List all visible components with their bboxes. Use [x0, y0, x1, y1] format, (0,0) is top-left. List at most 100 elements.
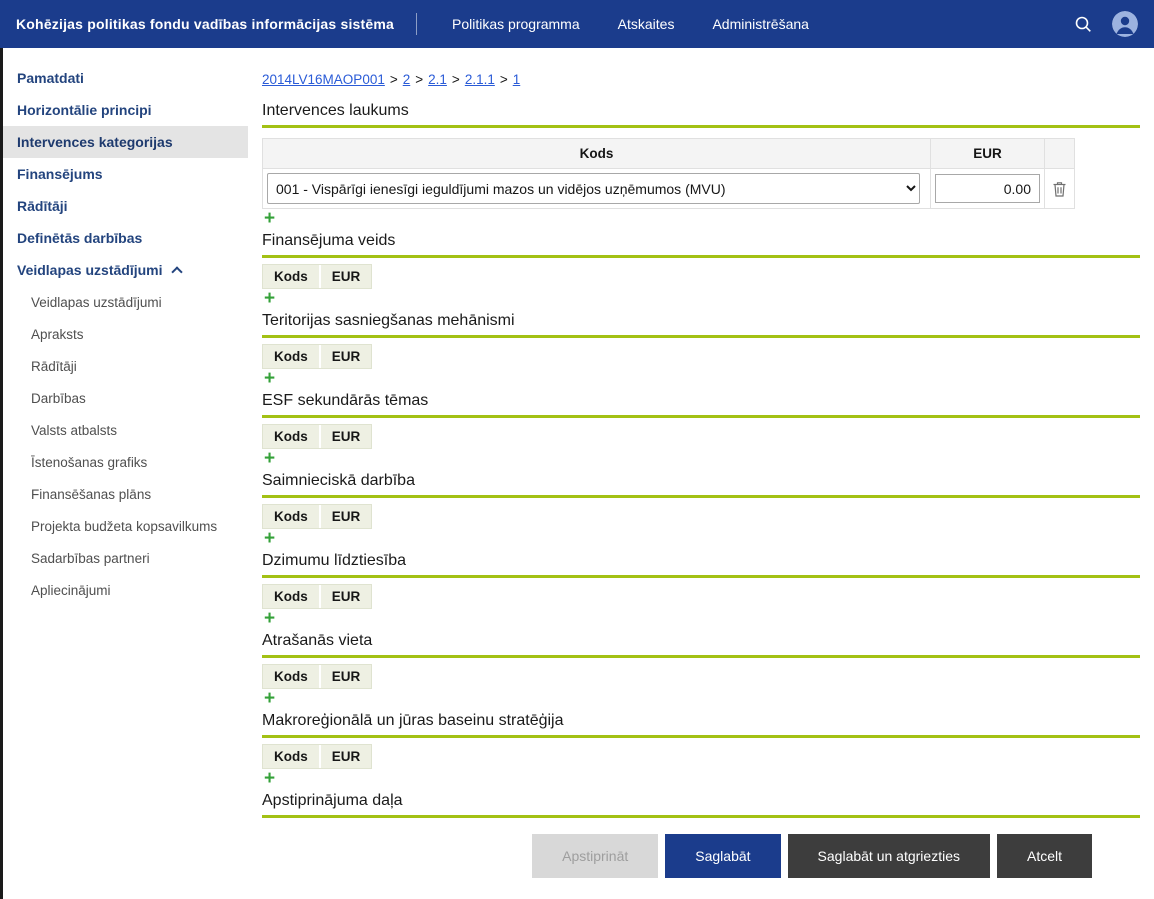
chevron-up-icon [171, 266, 182, 277]
eur-column-header: EUR [319, 665, 372, 688]
search-icon[interactable] [1074, 15, 1092, 33]
sidebar-item-label: Horizontālie principi [17, 102, 152, 118]
atcelt-button[interactable]: Atcelt [997, 834, 1092, 878]
sidebar-item-definetas-darbibas[interactable]: Definētās darbības [3, 222, 248, 254]
sidebar-subitem-apliecinajumi[interactable]: Apliecinājumi [3, 574, 248, 606]
section-atrasanas-vieta: Atrašanās vieta Kods EUR + [262, 631, 1140, 706]
kods-column-header: Kods [263, 139, 931, 169]
top-navbar: Kohēzijas politikas fondu vadības inform… [0, 0, 1154, 48]
sidebar-item-intervences-kategorijas[interactable]: Intervences kategorijas [3, 126, 248, 158]
saglabat-button[interactable]: Saglabāt [665, 834, 780, 878]
section-underline [262, 255, 1140, 258]
sidebar-subitem-veidlapas-uzstadijumi[interactable]: Veidlapas uzstādījumi [3, 286, 248, 318]
section-underline [262, 735, 1140, 738]
section-teritorijas-sasniegsanas-mehanismi: Teritorijas sasniegšanas mehānismi Kods … [262, 311, 1140, 386]
empty-table-header: Kods EUR [262, 264, 372, 289]
breadcrumb-separator: > [452, 72, 460, 87]
section-underline [262, 655, 1140, 658]
sidebar-subitem-istenosanas-grafiks[interactable]: Īstenošanas grafiks [3, 446, 248, 478]
sidebar-item-label: Rādītāji [17, 198, 68, 214]
section-title: Saimnieciskā darbība [262, 471, 1140, 490]
section-apstiprinajuma-dala: Apstiprinājuma daļa [262, 791, 1140, 818]
sidebar-item-raditaji[interactable]: Rādītāji [3, 190, 248, 222]
kods-column-header: Kods [263, 505, 319, 528]
breadcrumb-link-current[interactable]: 1 [513, 72, 521, 87]
sidebar: Pamatdati Horizontālie principi Interven… [0, 48, 248, 899]
sidebar-subitem-raditaji[interactable]: Rādītāji [3, 350, 248, 382]
eur-input[interactable] [935, 174, 1040, 203]
kods-column-header: Kods [263, 425, 319, 448]
app-title: Kohēzijas politikas fondu vadības inform… [0, 16, 416, 32]
eur-cell [931, 169, 1045, 209]
section-underline [262, 335, 1140, 338]
section-title: Finansējuma veids [262, 231, 1140, 250]
eur-column-header: EUR [319, 345, 372, 368]
sidebar-item-label: Finansējums [17, 166, 103, 182]
page-layout: Pamatdati Horizontālie principi Interven… [0, 48, 1154, 899]
section-title: Teritorijas sasniegšanas mehānismi [262, 311, 1140, 330]
add-row-button[interactable]: + [264, 611, 275, 626]
kods-column-header: Kods [263, 585, 319, 608]
section-title: Intervences laukums [262, 101, 1140, 120]
kods-column-header: Kods [263, 745, 319, 768]
eur-column-header: EUR [319, 265, 372, 288]
eur-column-header: EUR [319, 425, 372, 448]
sidebar-item-veidlapas-uzstadijumi[interactable]: Veidlapas uzstādījumi [3, 254, 248, 286]
section-title: ESF sekundārās tēmas [262, 391, 1140, 410]
navbar-divider [416, 13, 417, 35]
kods-column-header: Kods [263, 265, 319, 288]
breadcrumb-link-programme[interactable]: 2014LV16MAOP001 [262, 72, 385, 87]
nav-item-politikas-programma[interactable]: Politikas programma [433, 0, 599, 48]
user-avatar-icon[interactable] [1112, 11, 1138, 37]
table-header-row: Kods EUR [263, 139, 1075, 169]
add-row-button[interactable]: + [264, 451, 275, 466]
breadcrumb-link-2[interactable]: 2 [403, 72, 411, 87]
sidebar-item-finansejums[interactable]: Finansējums [3, 158, 248, 190]
breadcrumb-link-2-1-1[interactable]: 2.1.1 [465, 72, 495, 87]
add-row-button[interactable]: + [264, 531, 275, 546]
breadcrumb-separator: > [500, 72, 508, 87]
add-row-button[interactable]: + [264, 211, 275, 226]
breadcrumb-separator: > [415, 72, 423, 87]
breadcrumb-separator: > [390, 72, 398, 87]
sidebar-item-pamatdati[interactable]: Pamatdati [3, 62, 248, 94]
empty-table-header: Kods EUR [262, 664, 372, 689]
table-row: 001 - Vispārīgi ienesīgi ieguldījumi maz… [263, 169, 1075, 209]
breadcrumb-link-2-1[interactable]: 2.1 [428, 72, 447, 87]
section-title: Makroreģionālā un jūras baseinu stratēģi… [262, 711, 1140, 730]
sidebar-item-horizontalie-principi[interactable]: Horizontālie principi [3, 94, 248, 126]
empty-table-header: Kods EUR [262, 344, 372, 369]
sidebar-subitem-valsts-atbalsts[interactable]: Valsts atbalsts [3, 414, 248, 446]
section-underline [262, 415, 1140, 418]
sidebar-subitem-projekta-budzeta-kopsavilkums[interactable]: Projekta budžeta kopsavilkums [3, 510, 248, 542]
eur-column-header: EUR [319, 505, 372, 528]
add-row-button[interactable]: + [264, 371, 275, 386]
section-intervences-laukums: Intervences laukums Kods EUR 001 - V [262, 101, 1140, 226]
add-row-button[interactable]: + [264, 691, 275, 706]
section-title: Apstiprinājuma daļa [262, 791, 1140, 810]
eur-column-header: EUR [319, 585, 372, 608]
section-esf-sekundaras-temas: ESF sekundārās tēmas Kods EUR + [262, 391, 1140, 466]
saglabat-un-atgriezties-button[interactable]: Saglabāt un atgriezties [788, 834, 990, 878]
trash-icon [1052, 181, 1067, 197]
sidebar-subitem-sadarbibas-partneri[interactable]: Sadarbības partneri [3, 542, 248, 574]
sidebar-item-label: Pamatdati [17, 70, 84, 86]
section-dzimumu-lidztiesiba: Dzimumu līdztiesība Kods EUR + [262, 551, 1140, 626]
section-saimnieciska-darbiba: Saimnieciskā darbība Kods EUR + [262, 471, 1140, 546]
kods-select[interactable]: 001 - Vispārīgi ienesīgi ieguldījumi maz… [267, 173, 920, 204]
sidebar-subitem-darbibas[interactable]: Darbības [3, 382, 248, 414]
empty-table-header: Kods EUR [262, 744, 372, 769]
footer-actions: Apstiprināt Saglabāt Saglabāt un atgriez… [262, 834, 1092, 878]
breadcrumb: 2014LV16MAOP001 > 2 > 2.1 > 2.1.1 > 1 [262, 72, 1140, 87]
nav-item-atskaites[interactable]: Atskaites [599, 0, 694, 48]
sidebar-subitem-apraksts[interactable]: Apraksts [3, 318, 248, 350]
add-row-button[interactable]: + [264, 771, 275, 786]
delete-row-button[interactable] [1050, 179, 1069, 199]
apstiprinat-button[interactable]: Apstiprināt [532, 834, 658, 878]
sidebar-subitem-finansesanas-plans[interactable]: Finansēšanas plāns [3, 478, 248, 510]
eur-column-header: EUR [319, 745, 372, 768]
kods-column-header: Kods [263, 665, 319, 688]
nav-item-administresana[interactable]: Administrēšana [693, 0, 828, 48]
intervences-table: Kods EUR 001 - Vispārīgi ienesīgi ieguld… [262, 138, 1075, 209]
add-row-button[interactable]: + [264, 291, 275, 306]
